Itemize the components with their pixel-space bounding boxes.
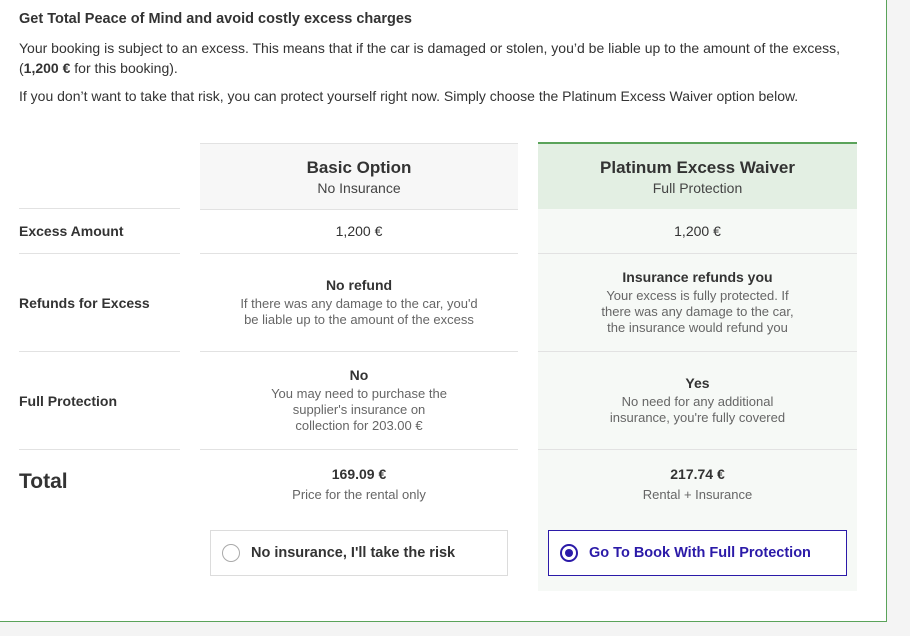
platinum-excess-value: 1,200 € [674, 223, 721, 239]
platinum-option-subtitle: Full Protection [652, 180, 743, 196]
basic-total-description: Price for the rental only [292, 486, 426, 502]
platinum-excess-cell: 1,200 € [538, 209, 857, 253]
platinum-total-cell: 217.74 € Rental + Insurance [538, 460, 857, 508]
total-label: Total [19, 470, 68, 493]
excess-explanation-end: for this booking). [70, 60, 178, 76]
full-protection-option-label: Go To Book With Full Protection [589, 545, 811, 561]
basic-excess-cell: 1,200 € [200, 209, 518, 253]
basic-option-subtitle: No Insurance [317, 180, 401, 196]
no-insurance-option-label: No insurance, I'll take the risk [251, 545, 456, 561]
basic-option-header: Basic Option No Insurance [200, 143, 518, 210]
platinum-option-title: Platinum Excess Waiver [600, 158, 795, 177]
platinum-option-header: Platinum Excess Waiver Full Protection [538, 142, 857, 210]
row-divider [19, 449, 180, 450]
platinum-total-description: Rental + Insurance [642, 486, 753, 502]
full-protection-option-button[interactable]: Go To Book With Full Protection [548, 530, 847, 576]
no-insurance-option-button[interactable]: No insurance, I'll take the risk [210, 530, 508, 576]
excess-waiver-panel: Get Total Peace of Mind and avoid costly… [0, 0, 887, 622]
refunds-label: Refunds for Excess [19, 294, 150, 311]
full-protection-radio[interactable] [560, 544, 578, 562]
basic-refund-title: No refund [325, 277, 393, 293]
basic-total-price: 169.09 € [331, 465, 387, 482]
full-protection-label: Full Protection [19, 392, 117, 409]
platinum-refund-title: Insurance refunds you [622, 269, 773, 285]
basic-option-title: Basic Option [306, 158, 412, 177]
basic-refund-cell: No refund If there was any damage to the… [200, 254, 518, 351]
excess-amount-label: Excess Amount [19, 223, 124, 239]
platinum-protection-cell: Yes No need for any additional insurance… [538, 352, 857, 449]
platinum-refund-description: Your excess is fully protected. If there… [601, 288, 794, 335]
basic-protection-title: No [349, 367, 369, 383]
excess-amount-inline: 1,200 € [23, 60, 71, 76]
basic-total-cell: 169.09 € Price for the rental only [200, 460, 518, 508]
excess-explanation: Your booking is subject to an excess. Th… [19, 38, 859, 78]
platinum-protection-description: No need for any additional insurance, yo… [609, 394, 786, 425]
row-divider [538, 449, 857, 450]
basic-refund-description: If there was any damage to the car, you'… [240, 296, 478, 327]
basic-protection-cell: No You may need to purchase the supplier… [200, 352, 518, 449]
platinum-refund-cell: Insurance refunds you Your excess is ful… [538, 254, 857, 351]
basic-excess-value: 1,200 € [335, 223, 383, 239]
no-insurance-radio[interactable] [222, 544, 240, 562]
section-heading: Get Total Peace of Mind and avoid costly… [19, 11, 412, 27]
platinum-total-price: 217.74 € [670, 465, 725, 482]
platinum-protection-title: Yes [685, 375, 710, 391]
row-divider [200, 449, 518, 450]
protection-explanation: If you don’t want to take that risk, you… [19, 88, 799, 104]
basic-protection-description: You may need to purchase the supplier's … [271, 386, 447, 433]
